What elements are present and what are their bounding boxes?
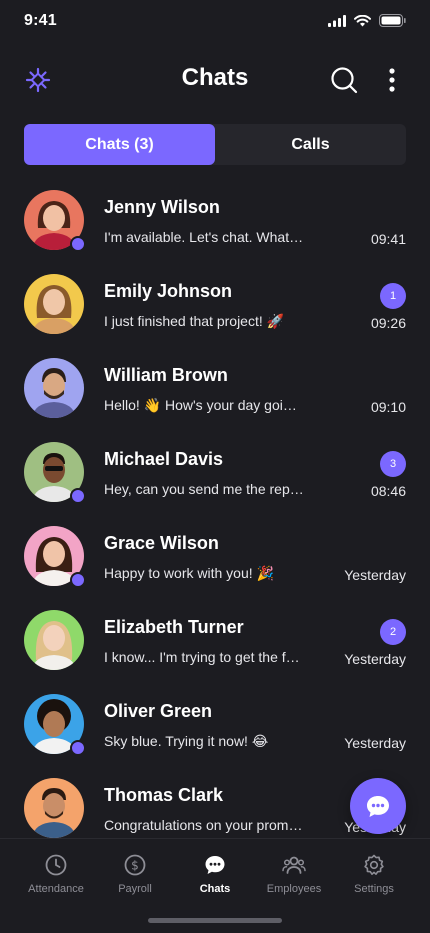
- chat-time: 09:10: [370, 399, 406, 415]
- chat-row-michael-davis[interactable]: 3 Michael Davis Hey, can you send me the…: [0, 432, 430, 516]
- nav-item-employees[interactable]: Employees: [254, 853, 334, 895]
- avatar: [24, 778, 84, 838]
- users-icon: [282, 856, 306, 874]
- chat-name: Emily Johnson: [104, 281, 233, 301]
- chat-name: Michael Davis: [104, 449, 224, 469]
- chat-preview: Hello! 👋 How's your day going?: [104, 397, 304, 413]
- chat-preview: Sky blue. Trying it now! 😂: [104, 733, 269, 749]
- chat-time: Yesterday: [344, 651, 406, 667]
- svg-text:$: $: [131, 859, 139, 873]
- online-indicator: [70, 488, 86, 504]
- chat-row-oliver-green[interactable]: Oliver Green Sky blue. Trying it now! 😂 …: [0, 684, 430, 768]
- chat-time: 09:26: [370, 315, 406, 331]
- chat-preview: Happy to work with you! 🎉: [104, 565, 274, 581]
- more-options-icon[interactable]: [382, 66, 402, 94]
- chat-time: Yesterday: [344, 735, 406, 751]
- chat-preview: Congratulations on your promotion!: [104, 817, 304, 833]
- new-chat-button[interactable]: [350, 778, 406, 834]
- chat-row-william-brown[interactable]: William Brown Hello! 👋 How's your day go…: [0, 348, 430, 432]
- online-indicator: [70, 572, 86, 588]
- chat-row-elizabeth-turner[interactable]: 2 Elizabeth Turner I know... I'm trying …: [0, 600, 430, 684]
- tab-calls[interactable]: Calls: [215, 124, 406, 165]
- chat-row-grace-wilson[interactable]: Grace Wilson Happy to work with you! 🎉 Y…: [0, 516, 430, 600]
- nav-label: Settings: [354, 883, 394, 895]
- avatar: [24, 610, 84, 670]
- nav-label: Employees: [266, 883, 322, 895]
- page-title: Chats: [181, 64, 249, 91]
- chat-list: Jenny Wilson I'm available. Let's chat. …: [0, 180, 430, 838]
- gear-icon: [364, 854, 384, 875]
- status-bar: 9:41: [0, 0, 430, 44]
- chat-name: Thomas Clark: [104, 785, 224, 805]
- nav-label: Payroll: [118, 883, 152, 895]
- online-indicator: [70, 740, 86, 756]
- chat-name: Elizabeth Turner: [104, 617, 244, 637]
- chat-time: Yesterday: [344, 567, 406, 583]
- nav-label: Chats: [199, 883, 231, 895]
- chat-time: 09:41: [370, 231, 406, 247]
- clock-icon: [45, 854, 67, 876]
- status-icons: [328, 14, 406, 27]
- chat-preview: I'm available. Let's chat. What time wor…: [104, 229, 304, 245]
- wifi-icon: [354, 14, 371, 26]
- nav-item-chats[interactable]: Chats: [175, 853, 255, 895]
- chat-bubble-icon: [205, 856, 225, 874]
- nav-item-settings[interactable]: Settings: [334, 853, 414, 895]
- dollar-icon: $: [124, 854, 146, 876]
- online-indicator: [70, 236, 86, 252]
- chat-name: William Brown: [104, 365, 228, 385]
- chat-name: Oliver Green: [104, 701, 213, 721]
- chat-time: 08:46: [370, 483, 406, 499]
- chat-preview: Hey, can you send me the report?: [104, 481, 304, 497]
- status-time: 9:41: [24, 12, 57, 29]
- home-indicator: [148, 918, 282, 923]
- chat-row-emily-johnson[interactable]: 1 Emily Johnson I just finished that pro…: [0, 264, 430, 348]
- nav-label: Attendance: [28, 883, 84, 895]
- chat-preview: I just finished that project! 🚀: [104, 313, 285, 329]
- nav-item-payroll[interactable]: $ Payroll: [95, 853, 175, 895]
- signal-icon: [328, 14, 346, 27]
- nav-item-attendance[interactable]: Attendance: [16, 853, 96, 895]
- unread-badge: 3: [380, 451, 406, 477]
- chat-bubble-icon: [367, 796, 389, 817]
- chat-name: Grace Wilson: [104, 533, 219, 553]
- search-icon[interactable]: [330, 66, 358, 94]
- chat-tabs: Chats (3) Calls: [24, 124, 406, 165]
- tab-chats[interactable]: Chats (3): [24, 124, 215, 165]
- avatar: [24, 358, 84, 418]
- battery-icon: [379, 14, 406, 27]
- unread-badge: 1: [380, 283, 406, 309]
- app-header: Chats: [0, 52, 430, 108]
- chat-preview: I know... I'm trying to get the funds.: [104, 649, 304, 665]
- chat-row-jenny-wilson[interactable]: Jenny Wilson I'm available. Let's chat. …: [0, 180, 430, 264]
- chat-name: Jenny Wilson: [104, 197, 220, 217]
- avatar: [24, 274, 84, 334]
- unread-badge: 2: [380, 619, 406, 645]
